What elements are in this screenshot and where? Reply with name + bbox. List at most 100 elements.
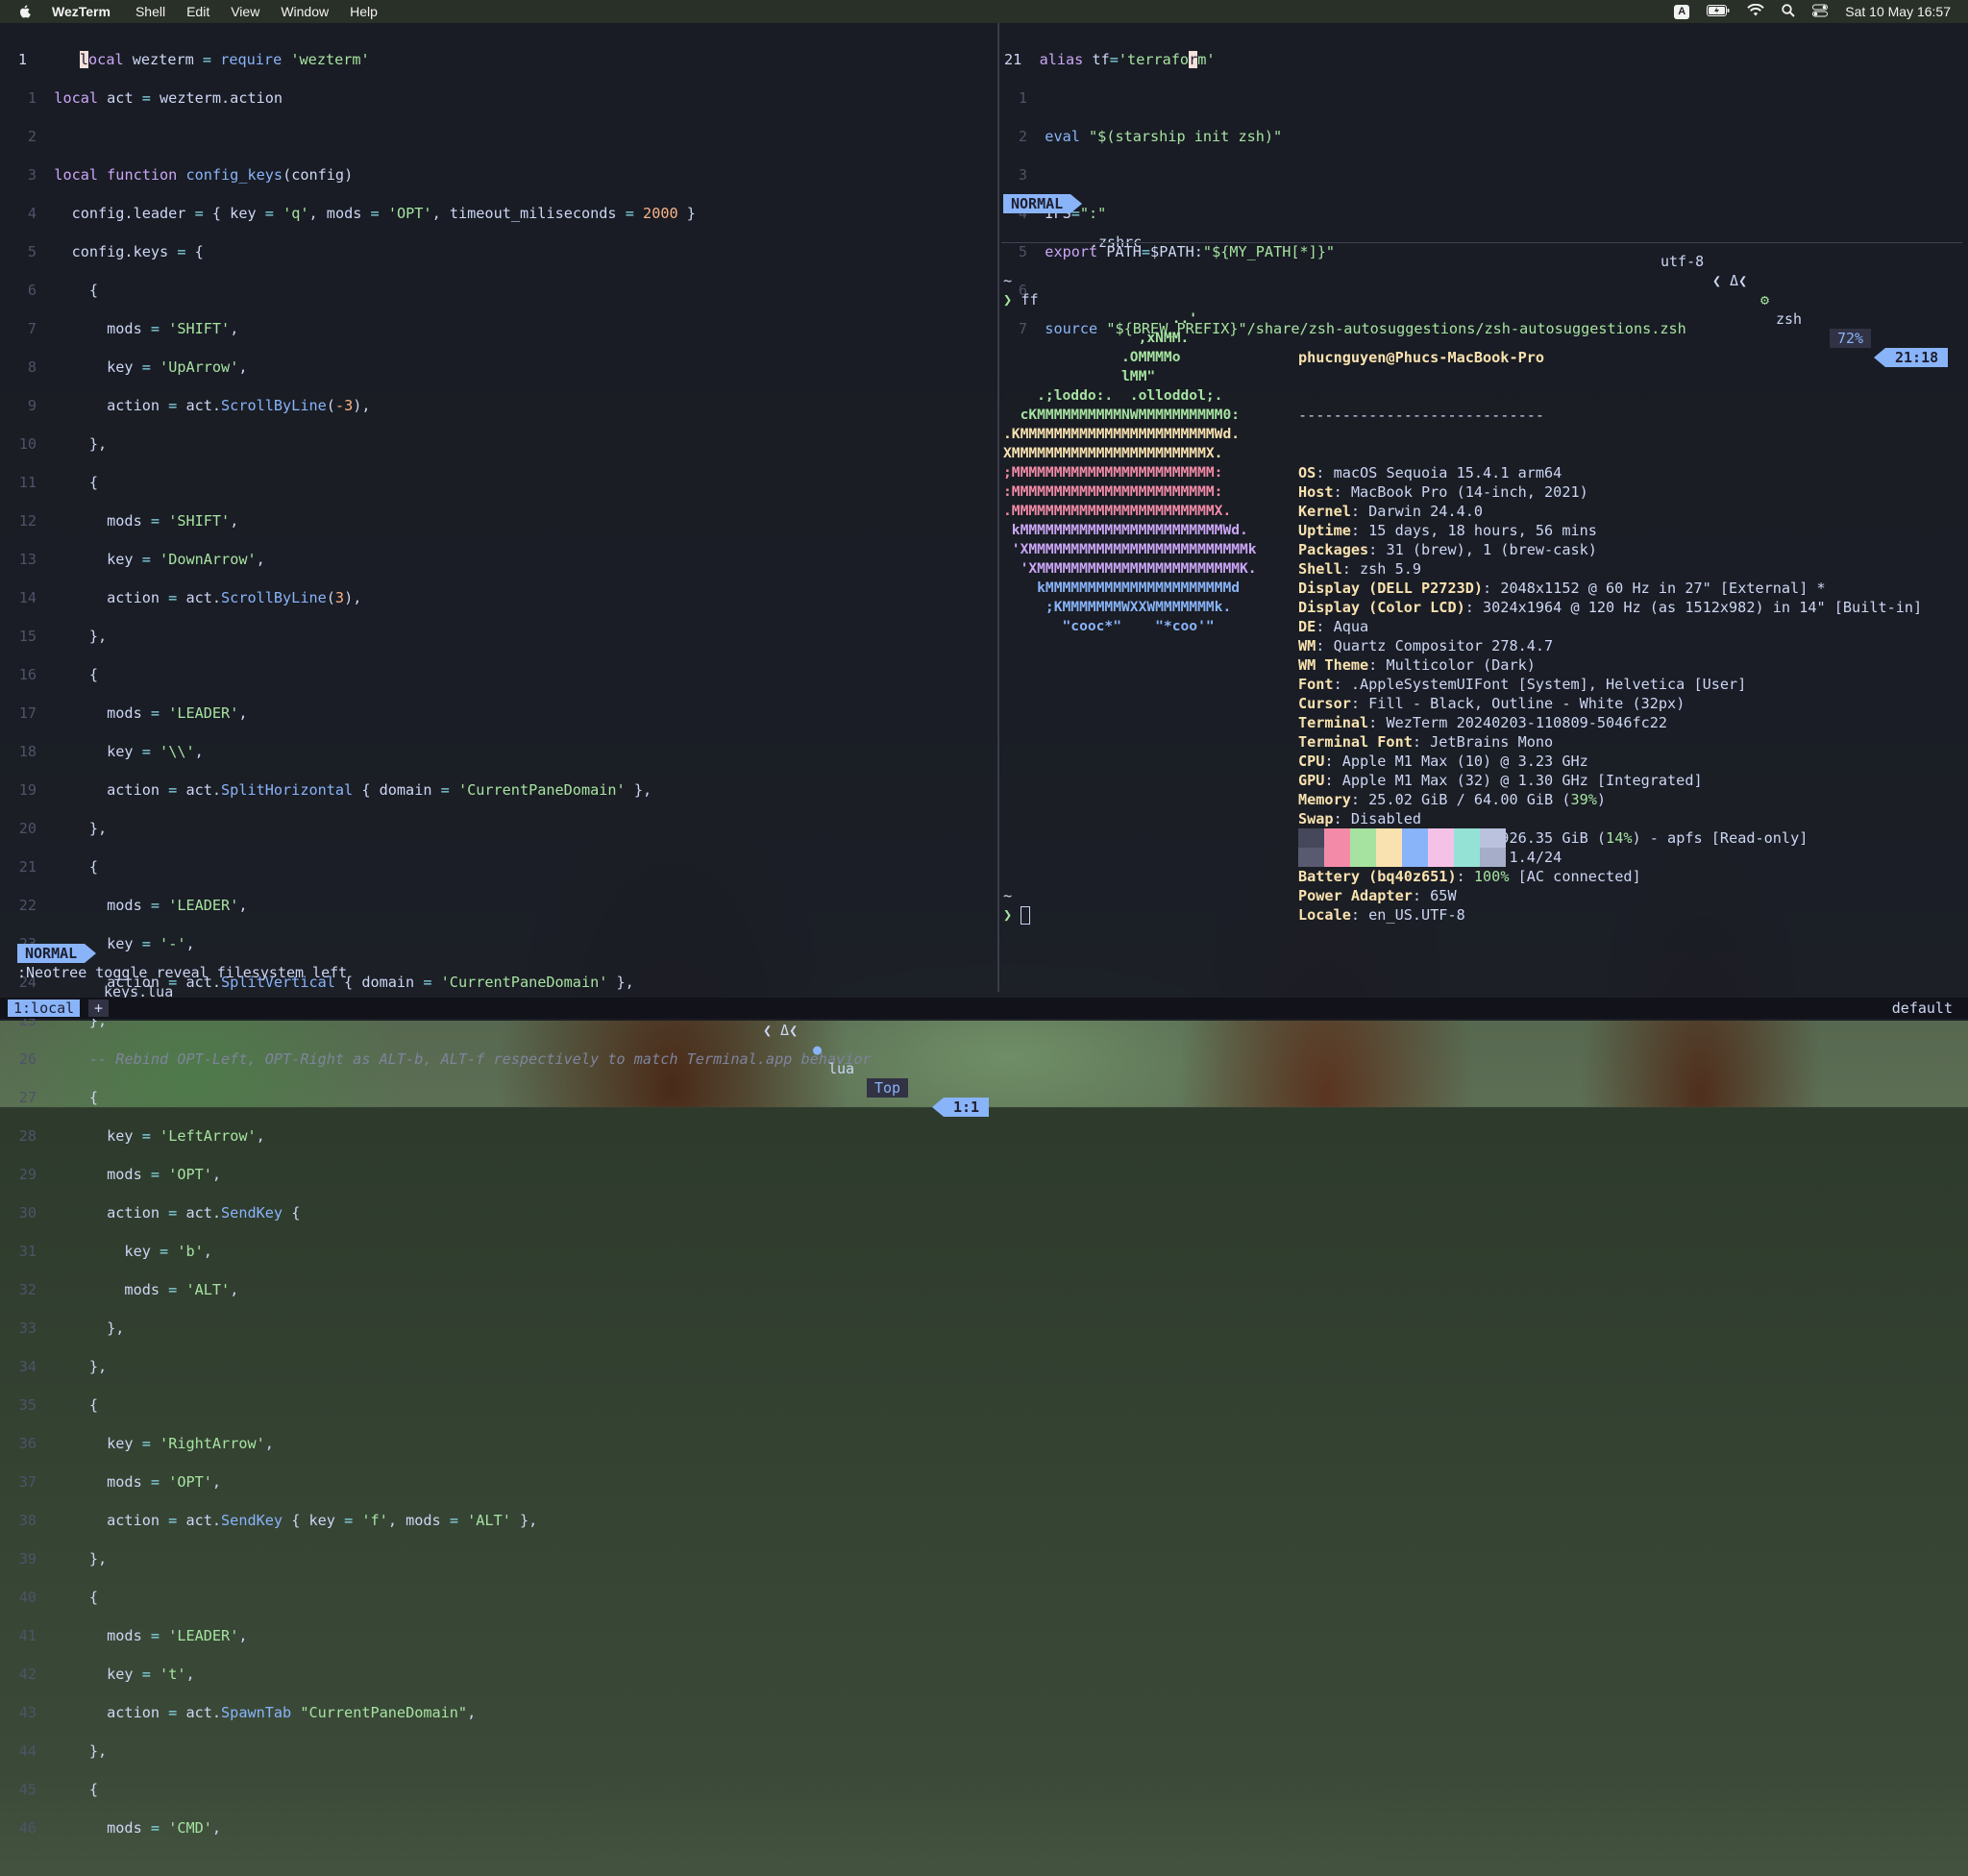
line-number: 10 — [18, 435, 37, 453]
code-line: 29 mods = 'OPT', — [13, 1165, 872, 1184]
color-palette — [1298, 828, 1506, 867]
logo-line: kMMMMMMMMMMMMMMMMMMMMMMMMWd. — [1003, 522, 1248, 538]
color-swatch — [1298, 828, 1324, 867]
prompt-line[interactable]: ❯ — [1003, 905, 1031, 925]
chevron-left-icon: ❮ Δ❮ — [1712, 272, 1748, 289]
line-number: 42 — [18, 1666, 37, 1683]
line-number: 45 — [18, 1781, 37, 1798]
info-key: Power Adapter — [1298, 887, 1413, 904]
line-number: 32 — [18, 1281, 37, 1298]
wifi-icon[interactable] — [1747, 3, 1764, 20]
code-line: 31 key = 'b', — [13, 1242, 872, 1261]
search-icon[interactable] — [1782, 3, 1795, 20]
wezterm-window: 1 local wezterm = require 'wezterm' 1 lo… — [0, 23, 1968, 1837]
line-number: 19 — [18, 781, 37, 799]
code-line: 2 eval "$(starship init zsh)" — [1018, 128, 1283, 145]
code-line: 20 }, — [13, 819, 872, 838]
line-number: 1 — [17, 51, 27, 68]
chevron-left-icon: ❮ Δ❮ — [763, 1022, 799, 1039]
info-key: Display (DELL P2723D) — [1298, 580, 1484, 597]
code-line: 40 { — [13, 1588, 872, 1607]
code-line: 33 }, — [13, 1319, 872, 1338]
line-number: 16 — [18, 666, 37, 683]
prompt-dir: ~ — [1003, 887, 1013, 904]
logo-line: :MMMMMMMMMMMMMMMMMMMMMMMM: — [1003, 483, 1223, 500]
info-line: Locale: en_US.UTF-8 — [1298, 906, 1465, 924]
logo-line: ;MMMMMMMMMMMMMMMMMMMMMMMM: — [1003, 464, 1223, 481]
info-key: Packages — [1298, 541, 1369, 558]
code-line: 16 { — [13, 665, 872, 684]
code-line: 10 }, — [13, 434, 872, 454]
info-key: Uptime — [1298, 522, 1351, 539]
color-swatch — [1454, 828, 1480, 867]
code-line: 17 mods = 'LEADER', — [13, 704, 872, 723]
left-statusline: NORMAL keys.lua utf-8 ❮ Δ❮ ● lua Top 1:1 — [13, 944, 994, 1117]
code-line: 9 action = act.ScrollByLine(-3), — [13, 396, 872, 415]
info-line: Shell: zsh 5.9 — [1298, 560, 1422, 578]
menu-edit[interactable]: Edit — [186, 4, 209, 19]
line-number: 2 — [27, 128, 37, 145]
code-line: 21 alias tf='terraform' — [1004, 51, 1216, 68]
menu-app-name[interactable]: WezTerm — [52, 4, 111, 19]
line-number: 7 — [27, 320, 37, 337]
command-line[interactable]: :Neotree toggle reveal filesystem left — [17, 963, 347, 982]
menubar-clock[interactable]: Sat 10 May 16:57 — [1845, 4, 1951, 19]
control-center-icon[interactable] — [1812, 4, 1829, 20]
user-host: phucnguyen@Phucs-MacBook-Pro — [1298, 349, 1545, 366]
mode-indicator: NORMAL — [17, 944, 97, 963]
code-line: 22 mods = 'LEADER', — [13, 896, 872, 915]
line-number: 39 — [18, 1550, 37, 1567]
code-line: 15 }, — [13, 627, 872, 646]
line-number: 4 — [27, 205, 37, 222]
line-number: 40 — [18, 1589, 37, 1606]
logo-line: ;KMMMMMMMWXXWMMMMMMMk. — [1003, 599, 1232, 615]
menu-shell[interactable]: Shell — [135, 4, 165, 19]
info-key: WM — [1298, 637, 1316, 654]
code-line: 5 config.keys = { — [13, 242, 872, 261]
line-number: 44 — [18, 1742, 37, 1760]
tab-local[interactable]: 1:local — [8, 1000, 81, 1017]
pane-divider-horizontal[interactable] — [1001, 242, 1962, 243]
new-tab-button[interactable]: + — [88, 1000, 110, 1017]
code-line: 36 key = 'RightArrow', — [13, 1434, 872, 1453]
line-number: 41 — [18, 1627, 37, 1644]
code-line: 6 { — [13, 281, 872, 300]
code-line: 46 mods = 'CMD', — [13, 1818, 872, 1838]
code-line: 45 { — [13, 1780, 872, 1799]
input-source-badge[interactable]: A — [1674, 4, 1690, 19]
line-number: 3 — [27, 166, 37, 184]
apple-icon[interactable] — [17, 4, 38, 19]
info-key: WM Theme — [1298, 656, 1369, 674]
code-line: 1 local act = wezterm.action — [13, 88, 872, 108]
info-line: Cursor: Fill - Black, Outline - White (3… — [1298, 695, 1685, 712]
info-percent: 100% — [1473, 868, 1510, 885]
info-key: Font — [1298, 676, 1334, 693]
info-line: Packages: 31 (brew), 1 (brew-cask) — [1298, 541, 1597, 558]
gear-icon: ⚙ — [1760, 291, 1770, 309]
line-number: 22 — [18, 897, 37, 914]
line-number: 35 — [18, 1396, 37, 1414]
apple-ascii-logo: ..' ,xNMM. .OMMMMo lMM" .;loddo:. .ollod… — [1003, 309, 1257, 636]
battery-icon[interactable] — [1707, 4, 1730, 20]
code-line: 19 action = act.SplitHorizontal { domain… — [13, 780, 872, 800]
info-key: Swap — [1298, 810, 1334, 827]
info-line: DE: Aqua — [1298, 618, 1369, 635]
pane-divider[interactable] — [997, 23, 999, 992]
info-line: CPU: Apple M1 Max (10) @ 3.23 GHz — [1298, 753, 1588, 770]
menu-help[interactable]: Help — [350, 4, 378, 19]
logo-line: .KMMMMMMMMMMMMMMMMMMMMMMMWd. — [1003, 426, 1241, 442]
logo-line: kMMMMMMMMMMMMMMMMMMMMMMd — [1003, 580, 1241, 596]
logo-line: ,xNMM. — [1003, 330, 1190, 346]
code-line: 2 — [13, 127, 872, 146]
line-number: 46 — [18, 1819, 37, 1837]
status-scroll: Top — [867, 1078, 909, 1098]
code-line: 8 key = 'UpArrow', — [13, 358, 872, 377]
line-number: 34 — [18, 1358, 37, 1375]
tab-bar: 1:local + default — [0, 998, 1968, 1019]
menu-window[interactable]: Window — [281, 4, 329, 19]
menu-view[interactable]: View — [231, 4, 259, 19]
logo-line: 'XMMMMMMMMMMMMMMMMMMMMMMMMMMk — [1003, 541, 1257, 557]
info-key: Shell — [1298, 560, 1342, 578]
info-key: Terminal Font — [1298, 733, 1413, 751]
info-line: Host: MacBook Pro (14-inch, 2021) — [1298, 483, 1588, 501]
